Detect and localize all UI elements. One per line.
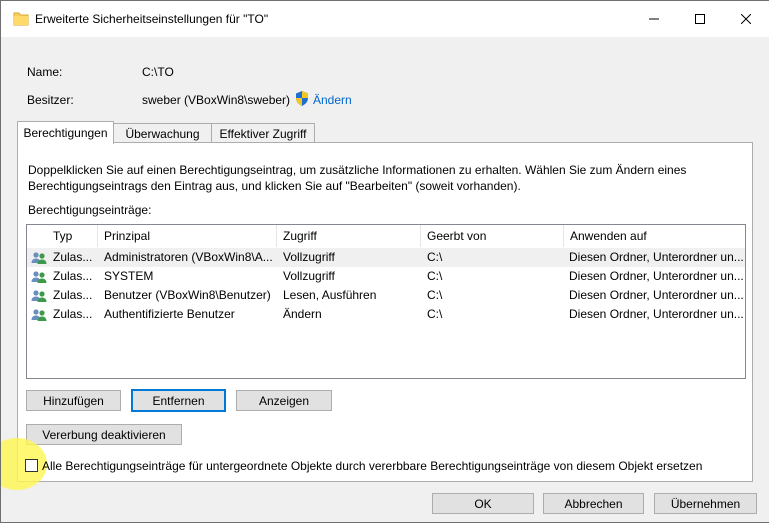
table-row[interactable]: Zulas... Administratoren (VBoxWin8\A... …	[27, 248, 745, 267]
cell-anwenden-auf: Diesen Ordner, Unterordner un...	[569, 307, 744, 321]
cell-typ: Zulas...	[53, 288, 93, 302]
cell-zugriff: Vollzugriff	[283, 269, 335, 283]
cell-geerbt-von: C:\	[427, 288, 443, 302]
cell-zugriff: Ändern	[283, 307, 322, 321]
cell-geerbt-von: C:\	[427, 269, 443, 283]
entries-label: Berechtigungseinträge:	[28, 203, 152, 217]
tab-berechtigungen[interactable]: Berechtigungen	[17, 121, 114, 144]
table-row[interactable]: Zulas... SYSTEM Vollzugriff C:\ Diesen O…	[27, 267, 745, 286]
column-header-geerbt-von[interactable]: Geerbt von	[421, 225, 563, 247]
view-button[interactable]: Anzeigen	[236, 390, 332, 411]
change-owner-link[interactable]: Ändern	[313, 93, 352, 107]
cell-zugriff: Lesen, Ausführen	[283, 288, 377, 302]
column-header-anwenden-auf[interactable]: Anwenden auf	[564, 225, 745, 247]
permission-entries-list[interactable]: Typ Prinzipal Zugriff Geerbt von Anwende…	[26, 224, 746, 379]
cell-typ: Zulas...	[53, 307, 93, 321]
minimize-button[interactable]	[631, 1, 677, 37]
column-header-typ[interactable]: Typ	[47, 225, 97, 247]
cell-prinzipal: SYSTEM	[104, 269, 154, 283]
table-row[interactable]: Zulas... Benutzer (VBoxWin8\Benutzer) Le…	[27, 286, 745, 305]
disable-inheritance-button[interactable]: Vererbung deaktivieren	[26, 424, 182, 445]
users-icon	[31, 309, 47, 321]
users-icon	[31, 252, 47, 264]
tab-ueberwachung[interactable]: Überwachung	[112, 123, 213, 143]
replace-child-permissions-checkbox[interactable]	[25, 459, 38, 472]
remove-button[interactable]: Entfernen	[131, 389, 226, 412]
panel-description: Doppelklicken Sie auf einen Berechtigung…	[28, 163, 687, 193]
column-header-prinzipal[interactable]: Prinzipal	[98, 225, 276, 247]
uac-shield-icon	[296, 91, 308, 106]
cell-prinzipal: Authentifizierte Benutzer	[104, 307, 235, 321]
close-button[interactable]	[723, 1, 769, 37]
table-row[interactable]: Zulas... Authentifizierte Benutzer Änder…	[27, 305, 745, 324]
close-icon	[741, 14, 751, 24]
cell-typ: Zulas...	[53, 250, 93, 264]
owner-value: sweber (VBoxWin8\sweber)	[142, 93, 291, 107]
tab-effektiver-zugriff[interactable]: Effektiver Zugriff	[211, 123, 315, 143]
minimize-icon	[649, 18, 659, 20]
ok-button[interactable]: OK	[432, 493, 534, 514]
list-header: Typ Prinzipal Zugriff Geerbt von Anwende…	[27, 225, 745, 247]
name-value: C:\TO	[142, 65, 174, 79]
cell-anwenden-auf: Diesen Ordner, Unterordner un...	[569, 250, 744, 264]
cell-geerbt-von: C:\	[427, 307, 443, 321]
add-button[interactable]: Hinzufügen	[26, 390, 121, 411]
cell-prinzipal: Benutzer (VBoxWin8\Benutzer)	[104, 288, 271, 302]
name-label: Name:	[27, 65, 63, 79]
folder-icon	[13, 12, 29, 26]
users-icon	[31, 271, 47, 283]
owner-label: Besitzer:	[27, 93, 74, 107]
maximize-button[interactable]	[677, 1, 723, 37]
cell-anwenden-auf: Diesen Ordner, Unterordner un...	[569, 269, 744, 283]
cell-typ: Zulas...	[53, 269, 93, 283]
cancel-button[interactable]: Abbrechen	[543, 493, 644, 514]
window-title: Erweiterte Sicherheitseinstellungen für …	[35, 12, 269, 26]
users-icon	[31, 290, 47, 302]
permissions-panel: Doppelklicken Sie auf einen Berechtigung…	[17, 142, 753, 482]
apply-button[interactable]: Übernehmen	[654, 493, 757, 514]
cell-zugriff: Vollzugriff	[283, 250, 335, 264]
cell-geerbt-von: C:\	[427, 250, 443, 264]
maximize-icon	[695, 14, 705, 24]
cell-prinzipal: Administratoren (VBoxWin8\A...	[104, 250, 273, 264]
title-bar[interactable]: Erweiterte Sicherheitseinstellungen für …	[1, 1, 769, 37]
column-header-zugriff[interactable]: Zugriff	[277, 225, 420, 247]
replace-child-permissions-label[interactable]: Alle Berechtigungseinträge für untergeor…	[42, 459, 702, 473]
cell-anwenden-auf: Diesen Ordner, Unterordner un...	[569, 288, 744, 302]
security-settings-window: Erweiterte Sicherheitseinstellungen für …	[0, 0, 769, 523]
